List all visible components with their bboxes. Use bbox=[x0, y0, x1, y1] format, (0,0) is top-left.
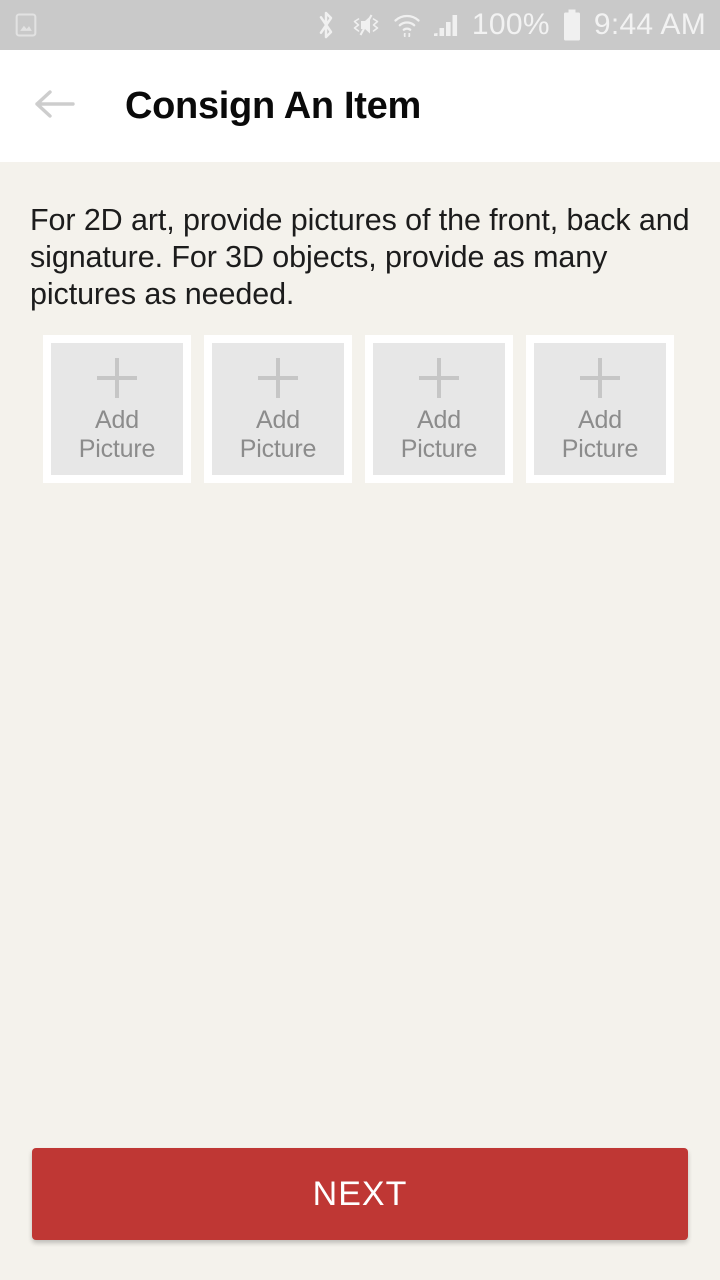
add-picture-slot-1-inner: Add Picture bbox=[51, 343, 183, 475]
photo-icon bbox=[12, 11, 40, 39]
add-picture-slot-2-inner: Add Picture bbox=[212, 343, 344, 475]
app-header: Consign An Item bbox=[0, 50, 720, 162]
add-picture-label-3-line2: Picture bbox=[400, 435, 478, 463]
footer-area: NEXT bbox=[0, 1148, 720, 1240]
add-picture-slot-4[interactable]: Add Picture bbox=[526, 335, 674, 483]
add-picture-label-2-line1: Add bbox=[256, 406, 300, 434]
app-screen: 100% 9:44 AM Consign An Item For 2D art,… bbox=[0, 0, 720, 1280]
cellular-signal-icon bbox=[432, 11, 462, 39]
next-button[interactable]: NEXT bbox=[32, 1148, 688, 1240]
add-picture-label-1: Add Picture bbox=[78, 406, 156, 464]
status-bar-right-icons: 100% 9:44 AM bbox=[314, 9, 706, 41]
add-picture-label-2-line2: Picture bbox=[239, 435, 317, 463]
plus-icon bbox=[93, 354, 141, 402]
mute-vibrate-icon bbox=[348, 11, 382, 39]
add-picture-label-4-line1: Add bbox=[578, 406, 622, 434]
page-title: Consign An Item bbox=[125, 85, 421, 127]
add-picture-label-3: Add Picture bbox=[400, 406, 478, 464]
plus-icon bbox=[254, 354, 302, 402]
battery-icon bbox=[562, 9, 582, 41]
add-picture-slot-2[interactable]: Add Picture bbox=[204, 335, 352, 483]
add-picture-label-3-line1: Add bbox=[417, 406, 461, 434]
back-arrow-icon bbox=[33, 87, 75, 126]
add-picture-slot-3[interactable]: Add Picture bbox=[365, 335, 513, 483]
add-picture-label-4: Add Picture bbox=[561, 406, 639, 464]
add-picture-label-1-line2: Picture bbox=[78, 435, 156, 463]
instructions-text: For 2D art, provide pictures of the fron… bbox=[30, 203, 690, 311]
add-picture-label-2: Add Picture bbox=[239, 406, 317, 464]
add-picture-label-4-line2: Picture bbox=[561, 435, 639, 463]
add-picture-slot-3-inner: Add Picture bbox=[373, 343, 505, 475]
battery-percent-label: 100% bbox=[471, 8, 550, 41]
add-picture-slot-4-inner: Add Picture bbox=[534, 343, 666, 475]
plus-icon bbox=[415, 354, 463, 402]
picture-slot-row: Add Picture Add Picture Add Picture Add … bbox=[43, 335, 690, 483]
add-picture-slot-1[interactable]: Add Picture bbox=[43, 335, 191, 483]
status-bar-left-icons bbox=[12, 11, 40, 39]
add-picture-label-1-line1: Add bbox=[95, 406, 139, 434]
status-bar: 100% 9:44 AM bbox=[0, 0, 720, 50]
main-content: For 2D art, provide pictures of the fron… bbox=[0, 162, 720, 1280]
bluetooth-icon bbox=[314, 10, 338, 40]
back-button[interactable] bbox=[28, 80, 80, 132]
wifi-icon bbox=[392, 10, 422, 40]
plus-icon bbox=[576, 354, 624, 402]
clock-label: 9:44 AM bbox=[593, 8, 706, 41]
